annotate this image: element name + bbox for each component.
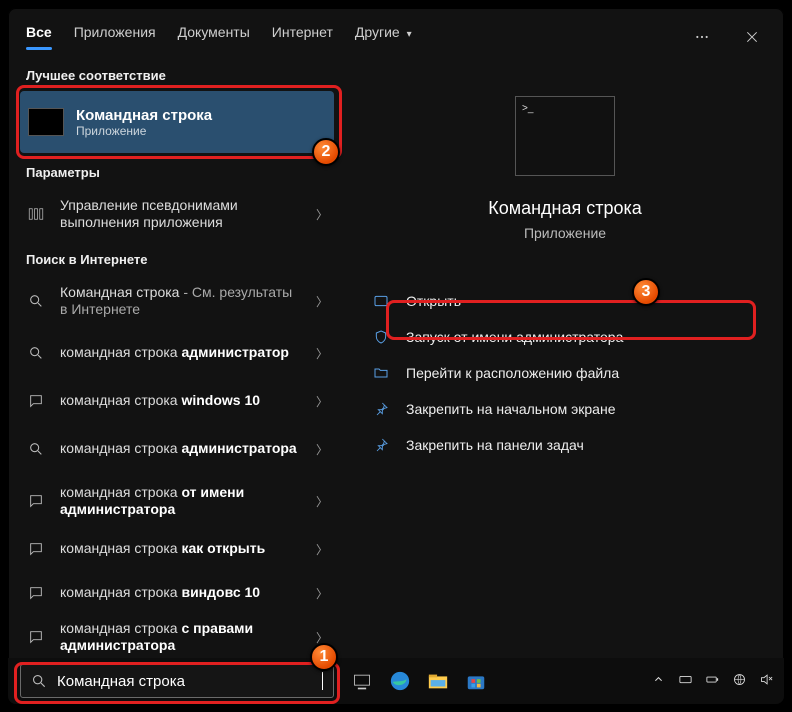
more-icon	[694, 29, 710, 45]
chat-icon	[26, 585, 46, 601]
tab-docs[interactable]: Документы	[178, 24, 250, 50]
chat-icon	[26, 393, 46, 409]
detail-subtitle: Приложение	[524, 225, 606, 241]
annotation-badge-1: 1	[310, 643, 338, 671]
search-icon	[26, 441, 46, 457]
web-result-8-text: командная строка с правами администратор…	[60, 620, 302, 655]
web-result-6[interactable]: командная строка как открыть 〉	[8, 527, 346, 571]
keyboard-icon[interactable]	[678, 672, 693, 690]
web-result-2[interactable]: командная строка администратор 〉	[8, 327, 346, 379]
admin-shield-icon	[372, 329, 390, 345]
taskbar-apps	[350, 669, 488, 693]
web-result-6-text: командная строка как открыть	[60, 540, 302, 558]
tray-expand-icon[interactable]	[651, 672, 666, 690]
web-result-2-text: командная строка администратор	[60, 344, 302, 362]
section-best-match: Лучшее соответствие	[8, 56, 346, 91]
text-cursor	[322, 672, 323, 690]
action-pin-taskbar[interactable]: Закрепить на панели задач	[372, 427, 758, 463]
action-pin-taskbar-label: Закрепить на панели задач	[406, 437, 584, 453]
close-icon	[744, 29, 760, 45]
folder-icon	[372, 365, 390, 381]
settings-alias-icon	[26, 205, 46, 223]
search-icon	[26, 293, 46, 309]
edge-icon[interactable]	[388, 669, 412, 693]
pin-icon	[372, 437, 390, 453]
web-result-7-text: командная строка виндовс 10	[60, 584, 302, 602]
search-icon	[31, 673, 47, 689]
section-settings: Параметры	[8, 153, 346, 188]
action-open-label: Открыть	[406, 293, 461, 309]
best-match-subtitle: Приложение	[76, 124, 212, 138]
explorer-icon[interactable]	[426, 669, 450, 693]
web-result-5[interactable]: командная строка от имени администратора…	[8, 475, 346, 527]
action-list: Открыть Запуск от имени администратора П…	[346, 283, 784, 463]
chevron-right-icon: 〉	[316, 493, 328, 510]
web-result-7[interactable]: командная строка виндовс 10 〉	[8, 571, 346, 615]
web-result-1[interactable]: Командная строка - См. результаты в Инте…	[8, 275, 346, 327]
web-result-3[interactable]: командная строка windows 10 〉	[8, 379, 346, 423]
best-match-title: Командная строка	[76, 107, 212, 124]
tabs-bar: Все Приложения Документы Интернет Другие…	[8, 8, 784, 56]
more-options-button[interactable]	[688, 23, 716, 51]
taskbar	[8, 658, 784, 704]
web-result-5-text: командная строка от имени администратора	[60, 484, 302, 519]
app-preview-tile: >_	[515, 96, 615, 176]
cmd-app-icon	[28, 108, 64, 136]
search-panel: Все Приложения Документы Интернет Другие…	[8, 8, 784, 704]
action-pin-start-label: Закрепить на начальном экране	[406, 401, 616, 417]
battery-icon[interactable]	[705, 672, 720, 690]
tab-apps[interactable]: Приложения	[74, 24, 156, 50]
action-run-as-admin[interactable]: Запуск от имени администратора	[372, 319, 758, 355]
action-run-as-admin-label: Запуск от имени администратора	[406, 329, 623, 345]
chevron-right-icon: 〉	[316, 345, 328, 362]
pin-icon	[372, 401, 390, 417]
web-result-8[interactable]: командная строка с правами администратор…	[8, 615, 346, 658]
chat-icon	[26, 493, 46, 509]
close-button[interactable]	[738, 23, 766, 51]
search-input[interactable]	[57, 673, 312, 690]
tab-other[interactable]: Другие ▾	[355, 24, 412, 50]
web-result-1-text: Командная строка - См. результаты в Инте…	[60, 284, 302, 319]
action-pin-start[interactable]: Закрепить на начальном экране	[372, 391, 758, 427]
settings-item-app-alias[interactable]: Управление псевдонимами выполнения прило…	[8, 188, 346, 240]
detail-title: Командная строка	[488, 198, 642, 219]
settings-item-text: Управление псевдонимами выполнения прило…	[60, 197, 302, 232]
annotation-badge-3: 3	[632, 278, 660, 306]
task-view-icon[interactable]	[350, 669, 374, 693]
chevron-down-icon: ▾	[407, 29, 412, 40]
tab-other-label: Другие	[355, 24, 400, 40]
chevron-right-icon: 〉	[316, 393, 328, 410]
detail-column: >_ Командная строка Приложение Открыть З…	[346, 56, 784, 658]
action-open-location-label: Перейти к расположению файла	[406, 365, 619, 381]
open-icon	[372, 293, 390, 309]
store-icon[interactable]	[464, 669, 488, 693]
search-icon	[26, 345, 46, 361]
section-web: Поиск в Интернете	[8, 240, 346, 275]
web-result-4[interactable]: командная строка администратора 〉	[8, 423, 346, 475]
results-column: Лучшее соответствие Командная строка При…	[8, 56, 346, 658]
volume-icon[interactable]	[759, 672, 774, 690]
chevron-right-icon: 〉	[316, 585, 328, 602]
search-box[interactable]	[20, 664, 334, 698]
best-match-item[interactable]: Командная строка Приложение	[20, 91, 334, 153]
chat-icon	[26, 541, 46, 557]
action-open[interactable]: Открыть	[372, 283, 758, 319]
annotation-badge-2: 2	[312, 138, 340, 166]
search-body: Лучшее соответствие Командная строка При…	[8, 56, 784, 658]
system-tray[interactable]	[651, 672, 774, 690]
web-result-3-text: командная строка windows 10	[60, 392, 302, 410]
chat-icon	[26, 629, 46, 645]
action-open-location[interactable]: Перейти к расположению файла	[372, 355, 758, 391]
web-result-4-text: командная строка администратора	[60, 440, 302, 458]
tab-internet[interactable]: Интернет	[272, 24, 333, 50]
chevron-right-icon: 〉	[316, 441, 328, 458]
chevron-right-icon: 〉	[316, 293, 328, 310]
network-icon[interactable]	[732, 672, 747, 690]
chevron-right-icon: 〉	[316, 541, 328, 558]
chevron-right-icon: 〉	[316, 206, 328, 223]
tab-all[interactable]: Все	[26, 24, 52, 50]
